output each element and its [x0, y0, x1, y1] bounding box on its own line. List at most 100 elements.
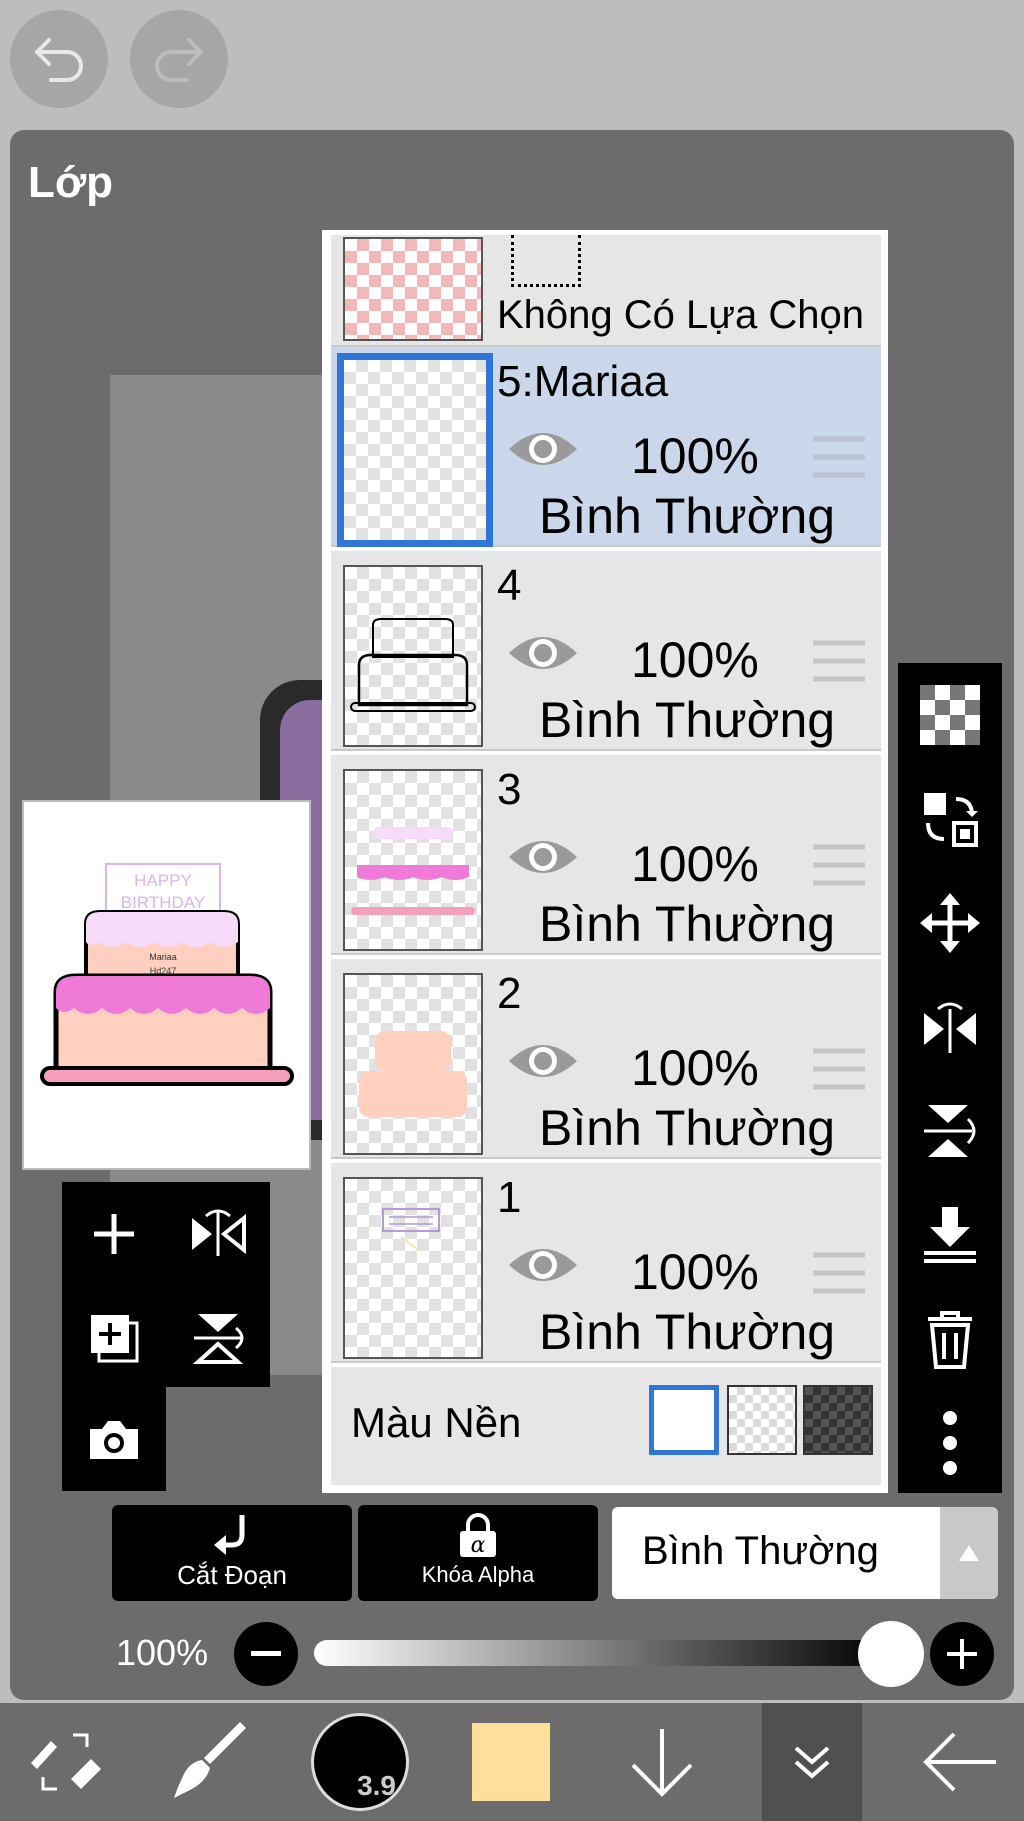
layer-thumbnail	[343, 769, 483, 951]
eye-icon[interactable]	[507, 833, 579, 881]
blend-mode-value: Bình Thường	[642, 1529, 879, 1573]
layer-thumbnail	[343, 1177, 483, 1359]
move-button[interactable]	[898, 871, 1002, 975]
color-button[interactable]	[468, 1703, 554, 1821]
top-bar	[0, 0, 1024, 130]
cake-name-line1: Mariaa	[149, 952, 177, 962]
transparency-button[interactable]	[898, 663, 1002, 767]
triangle-up-icon	[959, 1545, 979, 1561]
eye-icon[interactable]	[507, 1241, 579, 1289]
bottom-toolbar: 3.9	[0, 1703, 1024, 1821]
opacity-decrease-button[interactable]	[234, 1622, 298, 1686]
swap-icon	[924, 793, 978, 847]
background-color-label: Màu Nền	[351, 1399, 522, 1446]
more-options-button[interactable]	[898, 1391, 1002, 1495]
alpha-lock-button[interactable]: α Khóa Alpha	[358, 1505, 598, 1601]
flip-vertical-button[interactable]	[166, 1286, 270, 1390]
eye-icon[interactable]	[507, 629, 579, 677]
back-button[interactable]	[910, 1703, 1010, 1821]
brush-size-indicator: 3.9	[311, 1713, 409, 1811]
blend-mode-arrow[interactable]	[940, 1507, 998, 1599]
background-dark-option[interactable]	[803, 1385, 873, 1455]
flip-horizontal-icon	[924, 1002, 976, 1053]
collapse-button[interactable]	[762, 1703, 862, 1821]
layer-row-4[interactable]: 4 100% Bình Thường	[331, 551, 881, 751]
selection-label: Không Có Lựa Chọn	[497, 293, 865, 337]
chevron-double-down-icon	[794, 1746, 830, 1779]
flip-layer-horizontal-button[interactable]	[898, 975, 1002, 1079]
selection-layer-row[interactable]: Không Có Lựa Chọn	[331, 235, 881, 347]
layer-opacity: 100%	[631, 1040, 759, 1096]
panel-title: Lớp	[28, 158, 114, 207]
brush-size-button[interactable]: 3.9	[308, 1703, 412, 1821]
layer-blend-mode: Bình Thường	[539, 1100, 836, 1156]
trash-icon	[928, 1311, 972, 1369]
opacity-increase-button[interactable]	[930, 1622, 994, 1686]
lock-alpha-icon: α	[460, 1513, 496, 1558]
drag-handle-icon[interactable]	[813, 639, 865, 683]
opacity-slider-knob[interactable]	[858, 1621, 924, 1687]
add-layer-button[interactable]	[62, 1182, 166, 1286]
flip-horizontal-button[interactable]	[166, 1182, 270, 1286]
undo-icon	[35, 38, 83, 82]
duplicate-layer-button[interactable]	[62, 1286, 166, 1390]
layer-name: 1	[497, 1173, 522, 1222]
more-vertical-icon	[943, 1411, 957, 1475]
layer-thumbnail	[337, 353, 493, 547]
eye-icon[interactable]	[507, 425, 579, 473]
flip-layer-vertical-button[interactable]	[898, 1079, 1002, 1183]
opacity-row: 100%	[0, 1610, 1024, 1690]
layer-list: Không Có Lựa Chọn 5:Mariaa 100% Bình Thư…	[322, 230, 888, 1493]
delete-layer-button[interactable]	[898, 1287, 1002, 1391]
background-transparent-option[interactable]	[727, 1385, 797, 1455]
alpha-lock-label: Khóa Alpha	[421, 1562, 535, 1587]
layer-thumbnail	[343, 565, 483, 747]
layer-name: 2	[497, 969, 522, 1018]
blend-mode-select[interactable]: Bình Thường	[612, 1507, 998, 1599]
layer-down-button[interactable]	[614, 1703, 710, 1821]
layer-name: 3	[497, 765, 522, 814]
camera-button[interactable]	[62, 1387, 166, 1491]
layer-blend-mode: Bình Thường	[539, 896, 836, 952]
undo-button[interactable]	[10, 10, 108, 108]
selection-marquee-icon	[511, 235, 581, 287]
eye-icon[interactable]	[507, 1037, 579, 1085]
right-toolbar	[898, 663, 1002, 1493]
layer-blend-mode: Bình Thường	[539, 1304, 836, 1360]
redo-button[interactable]	[130, 10, 228, 108]
background-white-option[interactable]	[649, 1385, 719, 1455]
clipping-label: Cắt Đoạn	[177, 1560, 287, 1590]
layer-opacity: 100%	[631, 1244, 759, 1300]
layer-row-2[interactable]: 2 100% Bình Thường	[331, 959, 881, 1159]
drag-handle-icon[interactable]	[813, 435, 865, 479]
canvas-thumbnail[interactable]: HAPPY BIRTHDAY Mariaa Hd247	[22, 800, 311, 1170]
drag-handle-icon[interactable]	[813, 1047, 865, 1091]
layer-thumbnail	[343, 973, 483, 1155]
drag-handle-icon[interactable]	[813, 843, 865, 887]
merge-down-icon	[924, 1207, 976, 1263]
swap-layer-button[interactable]	[898, 767, 1002, 871]
tool-switch-button[interactable]	[10, 1703, 120, 1821]
layer-blend-mode: Bình Thường	[539, 692, 836, 748]
move-icon	[920, 893, 980, 953]
brush-size-label: 3.9	[357, 1770, 396, 1801]
camera-icon	[90, 1421, 138, 1459]
flip-vertical-icon	[924, 1105, 976, 1157]
drag-handle-icon[interactable]	[813, 1251, 865, 1295]
plus-icon	[94, 1214, 134, 1254]
merge-down-button[interactable]	[898, 1183, 1002, 1287]
layer-row-1[interactable]: 1 100% Bình Thường	[331, 1163, 881, 1363]
primary-color-swatch	[472, 1723, 550, 1801]
opacity-label: 100%	[116, 1632, 209, 1673]
layer-row-5[interactable]: 5:Mariaa 100% Bình Thường	[331, 347, 881, 547]
brush-tool-button[interactable]	[160, 1703, 260, 1821]
plus-icon	[947, 1639, 977, 1669]
left-toolbox	[62, 1182, 270, 1387]
clipping-icon	[214, 1515, 245, 1555]
opacity-slider-track[interactable]	[314, 1640, 888, 1666]
clipping-button[interactable]: Cắt Đoạn	[112, 1505, 352, 1601]
cake-illustration: HAPPY BIRTHDAY Mariaa Hd247	[40, 863, 294, 1086]
redo-icon	[155, 38, 203, 82]
layer-row-3[interactable]: 3 100% Bình Thường	[331, 755, 881, 955]
layer-opacity: 100%	[631, 428, 759, 484]
